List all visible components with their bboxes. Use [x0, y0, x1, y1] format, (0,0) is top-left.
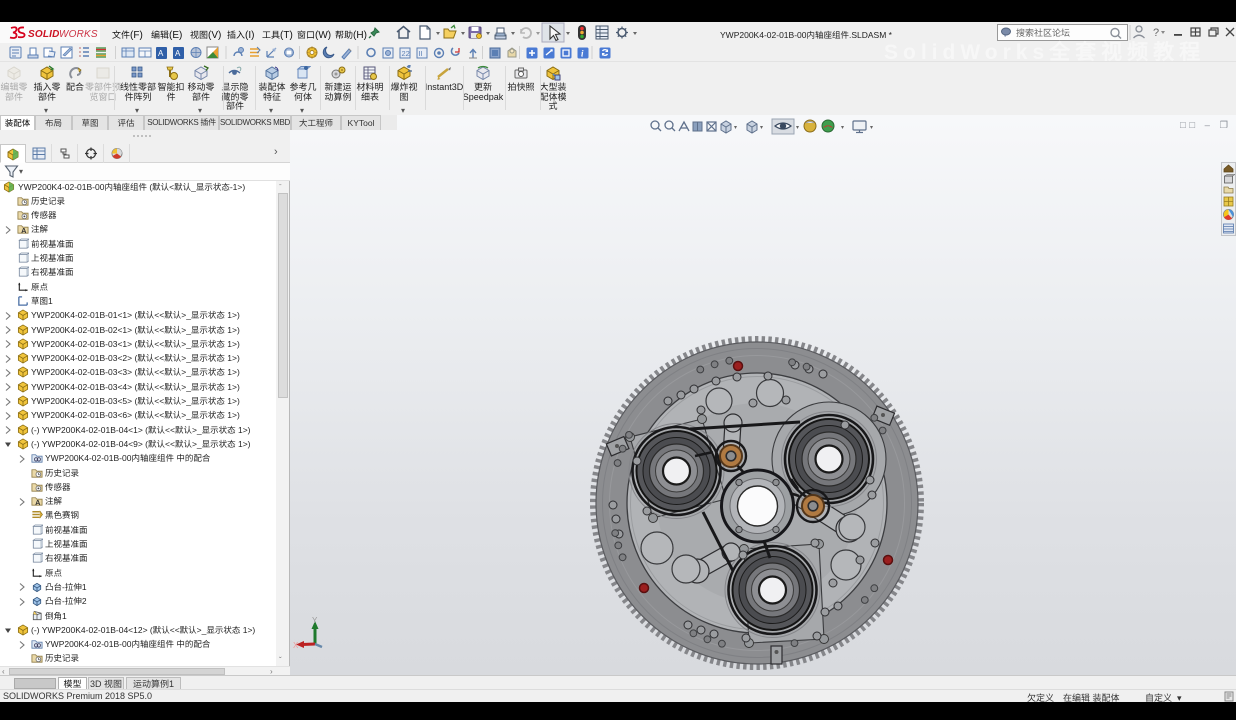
svg-text:II: II — [419, 49, 423, 58]
svg-text:A: A — [175, 49, 181, 58]
svg-text:WORKS: WORKS — [59, 29, 98, 40]
svg-text:22: 22 — [402, 49, 410, 58]
svg-text:A: A — [158, 49, 164, 58]
svg-text:Y: Y — [312, 616, 318, 625]
svg-text:X: X — [293, 641, 299, 650]
svg-text:SOLID: SOLID — [28, 29, 60, 40]
